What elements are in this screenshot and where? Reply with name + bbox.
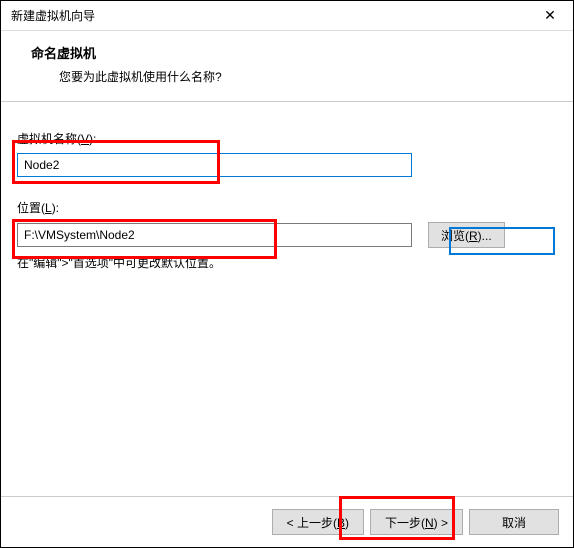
hint-text: 在"编辑">"首选项"中可更改默认位置。 xyxy=(17,254,557,271)
wizard-window: 新建虚拟机向导 ✕ 命名虚拟机 您要为此虚拟机使用什么名称? 虚拟机名称(V):… xyxy=(0,0,574,548)
vm-name-label: 虚拟机名称(V): xyxy=(17,130,557,147)
location-input[interactable] xyxy=(17,223,412,247)
cancel-button[interactable]: 取消 xyxy=(469,509,559,535)
titlebar: 新建虚拟机向导 ✕ xyxy=(1,1,573,31)
location-group: 位置(L): 浏览(R)... xyxy=(17,199,557,248)
vm-name-group: 虚拟机名称(V): xyxy=(17,130,557,177)
close-icon: ✕ xyxy=(544,7,556,24)
page-title: 命名虚拟机 xyxy=(31,43,553,62)
location-row: 浏览(R)... xyxy=(17,222,557,248)
location-label: 位置(L): xyxy=(17,199,557,216)
wizard-header: 命名虚拟机 您要为此虚拟机使用什么名称? xyxy=(1,31,573,102)
next-button[interactable]: 下一步(N) > xyxy=(370,509,463,535)
page-subtitle: 您要为此虚拟机使用什么名称? xyxy=(59,68,553,85)
wizard-content: 虚拟机名称(V): 位置(L): 浏览(R)... 在"编辑">"首选项"中可更… xyxy=(1,102,573,496)
close-button[interactable]: ✕ xyxy=(535,4,565,28)
window-title: 新建虚拟机向导 xyxy=(11,7,95,24)
vm-name-input[interactable] xyxy=(17,153,412,177)
back-button[interactable]: < 上一步(B) xyxy=(272,509,364,535)
wizard-footer: < 上一步(B) 下一步(N) > 取消 xyxy=(1,496,573,547)
browse-button[interactable]: 浏览(R)... xyxy=(428,222,505,248)
